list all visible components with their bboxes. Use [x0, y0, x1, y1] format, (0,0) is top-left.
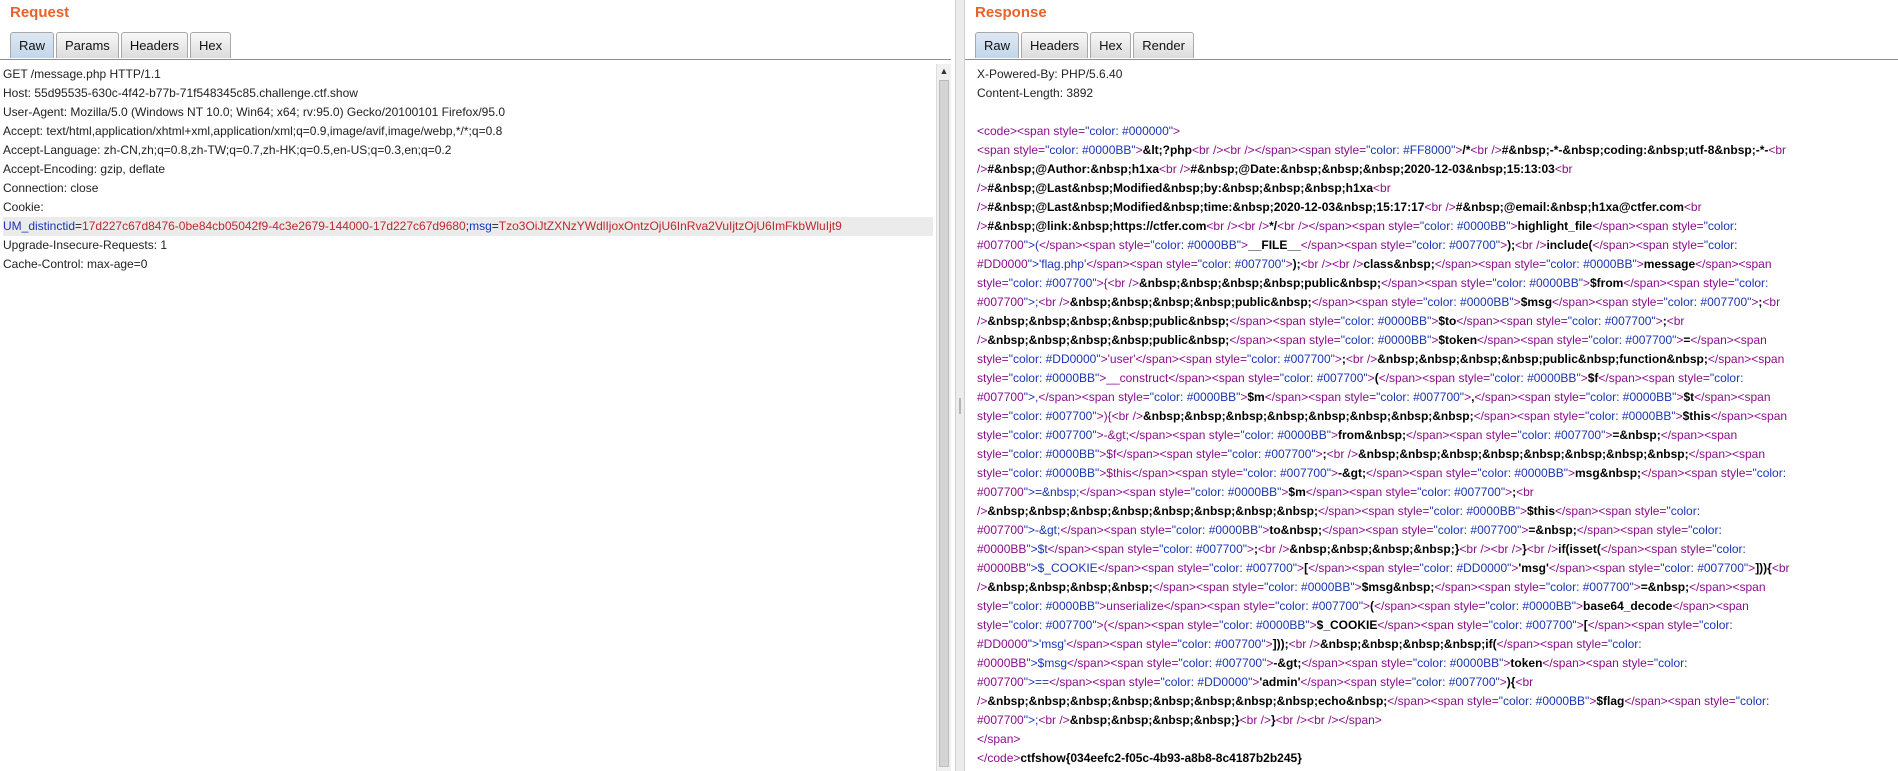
response-text[interactable]: X-Powered-By: PHP/5.6.40 Content-Length:…: [977, 65, 1890, 768]
response-body-line: />&nbsp;&nbsp;&nbsp;&nbsp;</span><span s…: [977, 580, 1766, 594]
request-line: Cache-Control: max-age=0: [3, 257, 148, 271]
tab-headers[interactable]: Headers: [120, 32, 188, 58]
response-body-line: />&nbsp;&nbsp;&nbsp;&nbsp;&nbsp;&nbsp;&n…: [977, 694, 1770, 708]
response-body-line: #007700">(</span><span style="color: #00…: [977, 238, 1738, 252]
cookie-name: UM_distinctid: [3, 219, 76, 233]
response-body-line: #DD0000">'msg'</span><span style="color:…: [977, 637, 1642, 651]
response-body-line: style="color: #0000BB">$f</span><span st…: [977, 447, 1766, 461]
request-line: Host: 55d95535-630c-4f42-b77b-71f548345c…: [3, 86, 358, 100]
response-body-line: <span style="color: #0000BB">&lt;?php<br…: [977, 143, 1787, 157]
request-line: Upgrade-Insecure-Requests: 1: [3, 238, 168, 252]
cookie-name: msg: [469, 219, 492, 233]
response-body-line: #007700">-&gt;</span><span style="color:…: [977, 523, 1722, 537]
response-body-line: #0000BB">$msg</span><span style="color: …: [977, 656, 1688, 670]
response-body-line: </code>ctfshow{034eefc2-f05c-4b93-a8b8-8…: [977, 751, 1302, 765]
cookie-line: UM_distinctid=17d227c67d8476-0be84cb0504…: [3, 217, 933, 236]
response-body-line: style="color: #007700">(</span><span sty…: [977, 618, 1733, 632]
response-body-line: <code><span style="color: #000000">: [977, 124, 1181, 138]
tab-headers[interactable]: Headers: [1021, 32, 1089, 58]
response-body-line: />#&nbsp;@link:&nbsp;https://ctfer.com<b…: [977, 219, 1738, 233]
response-body-line: </span>: [977, 732, 1021, 746]
response-body-line: #007700">=&nbsp;</span><span style="colo…: [977, 485, 1534, 499]
response-body-line: />#&nbsp;@Last&nbsp;Modified&nbsp;by:&nb…: [977, 181, 1391, 195]
response-body-line: />&nbsp;&nbsp;&nbsp;&nbsp;&nbsp;&nbsp;&n…: [977, 504, 1701, 518]
tab-params[interactable]: Params: [56, 32, 119, 58]
response-body-line: style="color: #0000BB">unserialize</span…: [977, 599, 1749, 613]
request-line: Accept-Language: zh-CN,zh;q=0.8,zh-TW;q=…: [3, 143, 452, 157]
tab-hex[interactable]: Hex: [1090, 32, 1132, 58]
request-pane: Request Raw Params Headers Hex GET /mess…: [0, 0, 955, 771]
request-line: Accept-Encoding: gzip, deflate: [3, 162, 166, 176]
pane-splitter[interactable]: [955, 0, 965, 771]
response-body-line: #DD0000">'flag.php'</span><span style="c…: [977, 257, 1772, 271]
scroll-up-icon[interactable]: ▲: [937, 64, 951, 78]
tab-render[interactable]: Render: [1133, 32, 1194, 58]
cookie-value: Tzo3OiJtZXNzYWdlIjoxOntzOjU6InRva2VuIjtz…: [498, 219, 842, 233]
response-body-line: style="color: #0000BB">$this</span><span…: [977, 466, 1787, 480]
response-pane: Response Raw Headers Hex Render X-Powere…: [965, 0, 1898, 771]
request-tabs: Raw Params Headers Hex: [10, 32, 233, 58]
response-body-line: #007700">,</span><span style="color: #00…: [977, 390, 1771, 404]
response-body-line: style="color: #007700">-&gt;</span><span…: [977, 428, 1738, 442]
tab-raw[interactable]: Raw: [975, 32, 1020, 58]
response-body-line: #007700">;<br />&nbsp;&nbsp;&nbsp;&nbsp;…: [977, 295, 1781, 309]
request-text[interactable]: GET /message.php HTTP/1.1 Host: 55d95535…: [3, 65, 933, 274]
response-body-line: #007700">;<br />&nbsp;&nbsp;&nbsp;&nbsp;…: [977, 713, 1382, 727]
response-body-line: #0000BB">$_COOKIE</span><span style="col…: [977, 561, 1790, 575]
response-body-line: style="color: #007700">){<br />&nbsp;&nb…: [977, 409, 1788, 423]
response-body-line: style="color: #DD0000">'user'</span><spa…: [977, 352, 1785, 366]
response-body-line: #0000BB">$t</span><span style="color: #0…: [977, 542, 1746, 556]
scrollbar-thumb[interactable]: [939, 80, 949, 767]
request-line: Accept: text/html,application/xhtml+xml,…: [3, 124, 503, 138]
request-line: GET /message.php HTTP/1.1: [3, 67, 161, 81]
response-body-line: style="color: #007700">{<br />&nbsp;&nbs…: [977, 276, 1769, 290]
response-body-line: />#&nbsp;@Author:&nbsp;h1xa<br />#&nbsp;…: [977, 162, 1573, 176]
response-title: Response: [975, 4, 1047, 21]
response-body-line: />&nbsp;&nbsp;&nbsp;&nbsp;public&nbsp;</…: [977, 314, 1685, 328]
response-body-line: />&nbsp;&nbsp;&nbsp;&nbsp;public&nbsp;</…: [977, 333, 1767, 347]
cookie-value: 17d227c67d8476-0be84cb05042f9-4c3e2679-1…: [82, 219, 466, 233]
response-body-line: />#&nbsp;@Last&nbsp;Modified&nbsp;time:&…: [977, 200, 1702, 214]
response-body-line: #007700">==</span><span style="color: #D…: [977, 675, 1534, 689]
splitter-grip[interactable]: [959, 398, 961, 414]
request-line: Connection: close: [3, 181, 99, 195]
response-body-line: style="color: #0000BB">__construct</span…: [977, 371, 1744, 385]
request-line: User-Agent: Mozilla/5.0 (Windows NT 10.0…: [3, 105, 506, 119]
tab-raw[interactable]: Raw: [10, 32, 55, 58]
response-tabs: Raw Headers Hex Render: [975, 32, 1196, 58]
tab-hex[interactable]: Hex: [189, 32, 232, 58]
request-scrollbar[interactable]: ▲: [936, 64, 951, 771]
response-header: Content-Length: 3892: [977, 86, 1094, 100]
request-title: Request: [10, 4, 70, 21]
request-line: Cookie:: [3, 200, 44, 214]
response-header: X-Powered-By: PHP/5.6.40: [977, 67, 1123, 81]
